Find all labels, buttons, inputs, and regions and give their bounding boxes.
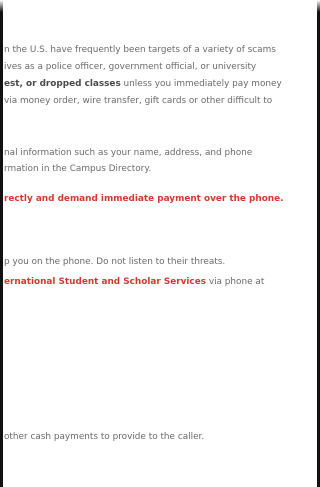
contact-line: ernational Student and Scholar Services … — [4, 276, 314, 288]
personal-info-line-2: rmation in the Campus Directory. — [4, 164, 152, 174]
personal-info-line-1: nal information such as your name, addre… — [4, 148, 253, 158]
payment-warning: rectly and demand immediate payment over… — [4, 194, 284, 204]
scam-intro-line-2: ives as a police officer, government off… — [4, 62, 257, 72]
top-fade — [0, 0, 320, 12]
isss-link[interactable]: ernational Student and Scholar Services — [4, 277, 206, 287]
left-frame-border — [0, 0, 3, 487]
contact-line-rest: via phone at — [206, 277, 265, 287]
scam-intro-line-3-rest: unless you immediately pay money — [120, 79, 282, 89]
scam-intro-line-3: est, or dropped classes unless you immed… — [4, 78, 314, 90]
cash-payment-line: other cash payments to provide to the ca… — [4, 432, 205, 442]
hang-up-advice: p you on the phone. Do not listen to the… — [4, 257, 226, 267]
scam-intro-line-4: via money order, wire transfer, gift car… — [4, 96, 273, 106]
scam-intro-line-1: n the U.S. have frequently been targets … — [4, 45, 276, 55]
scam-threat-bold: est, or dropped classes — [4, 79, 121, 89]
